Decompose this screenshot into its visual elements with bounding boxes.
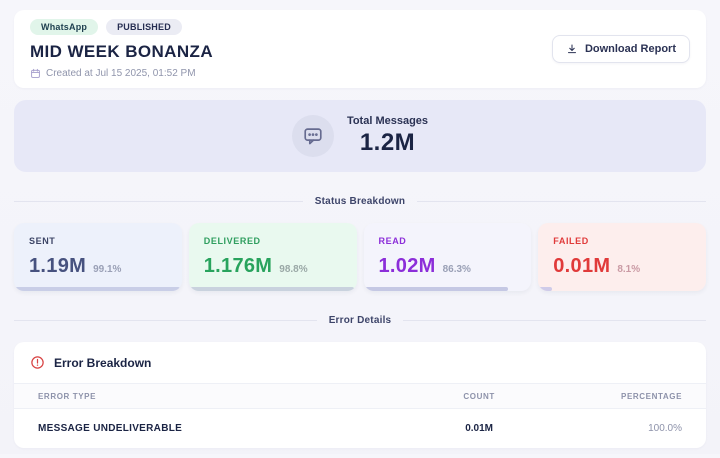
- error-details-heading: Error Details: [328, 315, 392, 326]
- status-card-value: 0.01M: [553, 255, 611, 277]
- status-card-label: FAILED: [553, 236, 589, 246]
- divider-line: [417, 201, 707, 202]
- campaign-header-card: WhatsApp PUBLISHED MID WEEK BONANZA Crea…: [14, 10, 706, 88]
- divider-line: [14, 320, 317, 321]
- status-card-value: 1.19M: [29, 255, 87, 277]
- status-card-percentage: 99.1%: [93, 264, 122, 275]
- status-card-sent: SENT 1.19M 99.1%: [14, 223, 182, 291]
- percentage-column-header: PERCENTAGE: [621, 391, 682, 401]
- status-progress-track: [14, 287, 182, 291]
- total-messages-text: Total Messages 1.2M: [347, 115, 428, 157]
- download-icon: [566, 43, 578, 55]
- error-table-header: ERROR TYPE COUNT PERCENTAGE: [14, 383, 706, 409]
- status-progress-track: [363, 287, 532, 291]
- status-card-failed: FAILED 0.01M 8.1%: [538, 223, 706, 291]
- status-progress-track: [188, 287, 357, 291]
- error-details-divider: Error Details: [14, 315, 706, 326]
- total-messages-icon-circle: [291, 115, 334, 157]
- divider-line: [403, 320, 706, 321]
- calendar-icon: [30, 68, 41, 79]
- badges-row: WhatsApp PUBLISHED: [30, 19, 213, 35]
- status-progress-fill: [538, 287, 552, 291]
- error-breakdown-title: Error Breakdown: [54, 355, 152, 370]
- status-progress-track: [538, 287, 706, 291]
- error-table-row: MESSAGE UNDELIVERABLE 0.01M 100.0%: [14, 409, 706, 448]
- error-breakdown-card: Error Breakdown ERROR TYPE COUNT PERCENT…: [14, 342, 706, 448]
- status-card-percentage: 8.1%: [617, 264, 641, 275]
- status-breakdown-divider: Status Breakdown: [14, 196, 707, 207]
- channel-badge: WhatsApp: [30, 19, 99, 35]
- status-card-label: DELIVERED: [203, 236, 261, 246]
- download-report-button[interactable]: Download Report: [551, 35, 690, 63]
- divider-line: [14, 201, 303, 202]
- status-card-percentage: 86.3%: [442, 264, 471, 275]
- status-breakdown-heading: Status Breakdown: [314, 196, 406, 207]
- status-card-delivered: DELIVERED 1.176M 98.8%: [188, 223, 357, 291]
- status-value-row: 1.19M 99.1%: [29, 255, 167, 278]
- status-card-value: 1.176M: [203, 255, 273, 277]
- status-card-label: READ: [378, 236, 407, 246]
- download-button-label: Download Report: [584, 43, 676, 55]
- created-at-text: Created at Jul 15 2025, 01:52 PM: [46, 68, 196, 79]
- status-progress-fill: [188, 287, 355, 291]
- total-messages-label: Total Messages: [346, 115, 429, 127]
- error-percentage-cell: 100.0%: [648, 423, 682, 434]
- status-progress-fill: [363, 287, 509, 291]
- status-card-label: SENT: [29, 236, 56, 246]
- alert-circle-icon: [30, 355, 45, 370]
- status-card-read: READ 1.02M 86.3%: [363, 223, 532, 291]
- status-card-value: 1.02M: [378, 255, 436, 277]
- total-messages-value: 1.2M: [359, 129, 416, 156]
- report-page: WhatsApp PUBLISHED MID WEEK BONANZA Crea…: [0, 0, 720, 458]
- error-count-cell: 0.01M: [465, 423, 494, 434]
- status-value-row: 0.01M 8.1%: [553, 255, 691, 278]
- status-badge: PUBLISHED: [106, 19, 182, 35]
- status-value-row: 1.02M 86.3%: [379, 255, 517, 278]
- error-type-cell: MESSAGE UNDELIVERABLE: [38, 423, 183, 434]
- count-column-header: COUNT: [463, 391, 495, 401]
- page-title: MID WEEK BONANZA: [30, 42, 213, 61]
- error-type-column-header: ERROR TYPE: [38, 391, 97, 401]
- error-breakdown-header: Error Breakdown: [14, 342, 706, 383]
- status-progress-fill: [14, 287, 181, 291]
- status-value-row: 1.176M 98.8%: [204, 255, 342, 278]
- campaign-info: WhatsApp PUBLISHED MID WEEK BONANZA Crea…: [30, 19, 213, 79]
- created-at-row: Created at Jul 15 2025, 01:52 PM: [30, 68, 213, 79]
- total-messages-card: Total Messages 1.2M: [14, 100, 706, 172]
- status-cards-row: SENT 1.19M 99.1% DELIVERED 1.176M 98.8% …: [14, 223, 706, 291]
- chat-bubble-icon: [302, 125, 324, 147]
- status-card-percentage: 98.8%: [279, 264, 308, 275]
